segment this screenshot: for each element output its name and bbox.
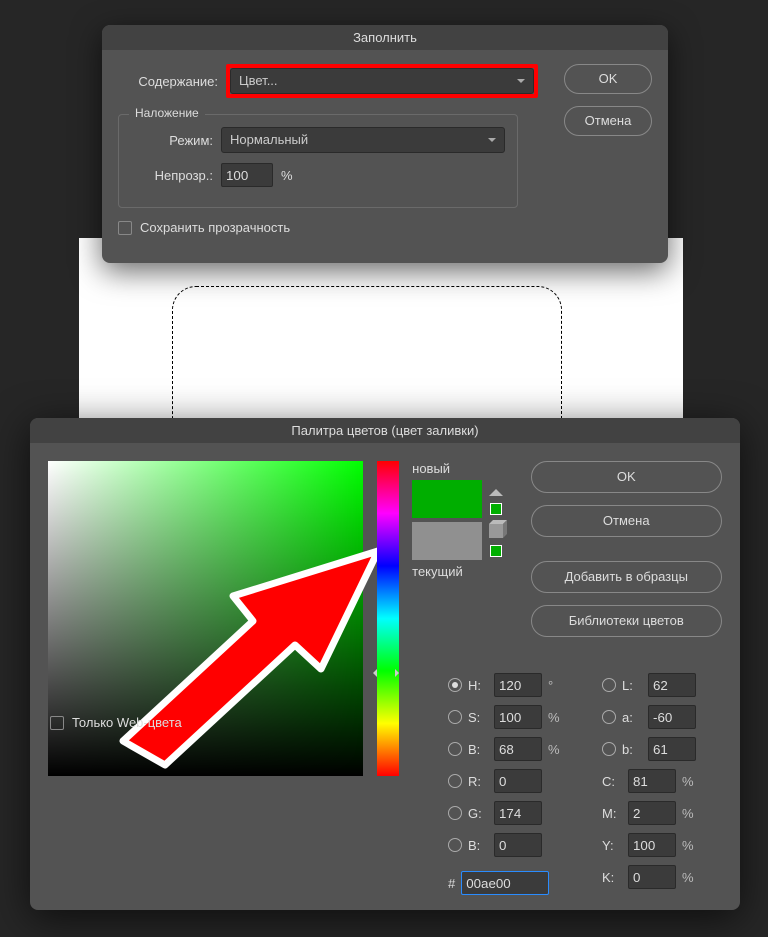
hue-input[interactable]	[494, 673, 542, 697]
l-label: L:	[622, 678, 642, 693]
a-label: a:	[622, 710, 642, 725]
fill-dialog-title: Заполнить	[102, 25, 668, 50]
color-picker-title: Палитра цветов (цвет заливки)	[30, 418, 740, 443]
red-radio[interactable]	[448, 774, 462, 788]
content-dropdown[interactable]: Цвет...	[230, 68, 534, 94]
lab-a-radio[interactable]	[602, 710, 616, 724]
color-cursor[interactable]	[356, 561, 366, 571]
preserve-transparency-label: Сохранить прозрачность	[140, 220, 290, 235]
new-color-label: новый	[412, 461, 518, 476]
color-picker-dialog: Палитра цветов (цвет заливки) новый	[30, 418, 740, 910]
green-radio[interactable]	[448, 806, 462, 820]
lab-a-input[interactable]	[648, 705, 696, 729]
yellow-input[interactable]	[628, 833, 676, 857]
green-input[interactable]	[494, 801, 542, 825]
saturation-input[interactable]	[494, 705, 542, 729]
mode-dropdown[interactable]: Нормальный	[221, 127, 505, 153]
hue-slider-thumb[interactable]	[369, 669, 403, 677]
ok-button[interactable]: OK	[564, 64, 652, 94]
c-label: C:	[602, 774, 622, 789]
lab-l-input[interactable]	[648, 673, 696, 697]
opacity-label: Непрозр.:	[131, 168, 221, 183]
gamut-color-icon[interactable]	[488, 502, 504, 516]
hue-radio[interactable]	[448, 678, 462, 692]
m-label: M:	[602, 806, 622, 821]
web-safe-color-icon[interactable]	[488, 544, 504, 558]
gamut-warning-icon[interactable]	[488, 482, 504, 496]
new-color-swatch	[412, 480, 482, 518]
h-label: H:	[468, 678, 488, 693]
cancel-button[interactable]: Отмена	[564, 106, 652, 136]
hue-slider[interactable]	[377, 461, 399, 776]
brightness-radio[interactable]	[448, 742, 462, 756]
opacity-input[interactable]	[221, 163, 273, 187]
r-label: R:	[468, 774, 488, 789]
fill-dialog: Заполнить OK Отмена Содержание: Цвет... …	[102, 25, 668, 263]
red-input[interactable]	[494, 769, 542, 793]
web-only-checkbox[interactable]	[50, 716, 64, 730]
hash-label: #	[448, 876, 455, 891]
g-label: G:	[468, 806, 488, 821]
magenta-input[interactable]	[628, 801, 676, 825]
deg-unit: °	[548, 678, 562, 693]
web-safe-warning-icon[interactable]	[488, 524, 504, 538]
y-label: Y:	[602, 838, 622, 853]
opacity-unit: %	[281, 168, 293, 183]
current-color-label: текущий	[412, 564, 518, 579]
overlay-group-label: Наложение	[129, 106, 205, 120]
b-label: B:	[468, 742, 488, 757]
picker-cancel-button[interactable]: Отмена	[531, 505, 722, 537]
lab-l-radio[interactable]	[602, 678, 616, 692]
black-input[interactable]	[628, 865, 676, 889]
preserve-transparency-checkbox[interactable]	[118, 221, 132, 235]
mode-label: Режим:	[131, 133, 221, 148]
blue-radio[interactable]	[448, 838, 462, 852]
k-label: K:	[602, 870, 622, 885]
hex-input[interactable]	[461, 871, 549, 895]
bc-label: B:	[468, 838, 488, 853]
lab-b-radio[interactable]	[602, 742, 616, 756]
current-color-swatch[interactable]	[412, 522, 482, 560]
blue-input[interactable]	[494, 833, 542, 857]
content-label: Содержание:	[118, 74, 226, 89]
brightness-input[interactable]	[494, 737, 542, 761]
lab-b-label: b:	[622, 742, 642, 757]
picker-ok-button[interactable]: OK	[531, 461, 722, 493]
cyan-input[interactable]	[628, 769, 676, 793]
color-libraries-button[interactable]: Библиотеки цветов	[531, 605, 722, 637]
s-label: S:	[468, 710, 488, 725]
saturation-radio[interactable]	[448, 710, 462, 724]
web-only-label: Только Web-цвета	[72, 715, 182, 730]
lab-b-input[interactable]	[648, 737, 696, 761]
add-to-swatches-button[interactable]: Добавить в образцы	[531, 561, 722, 593]
